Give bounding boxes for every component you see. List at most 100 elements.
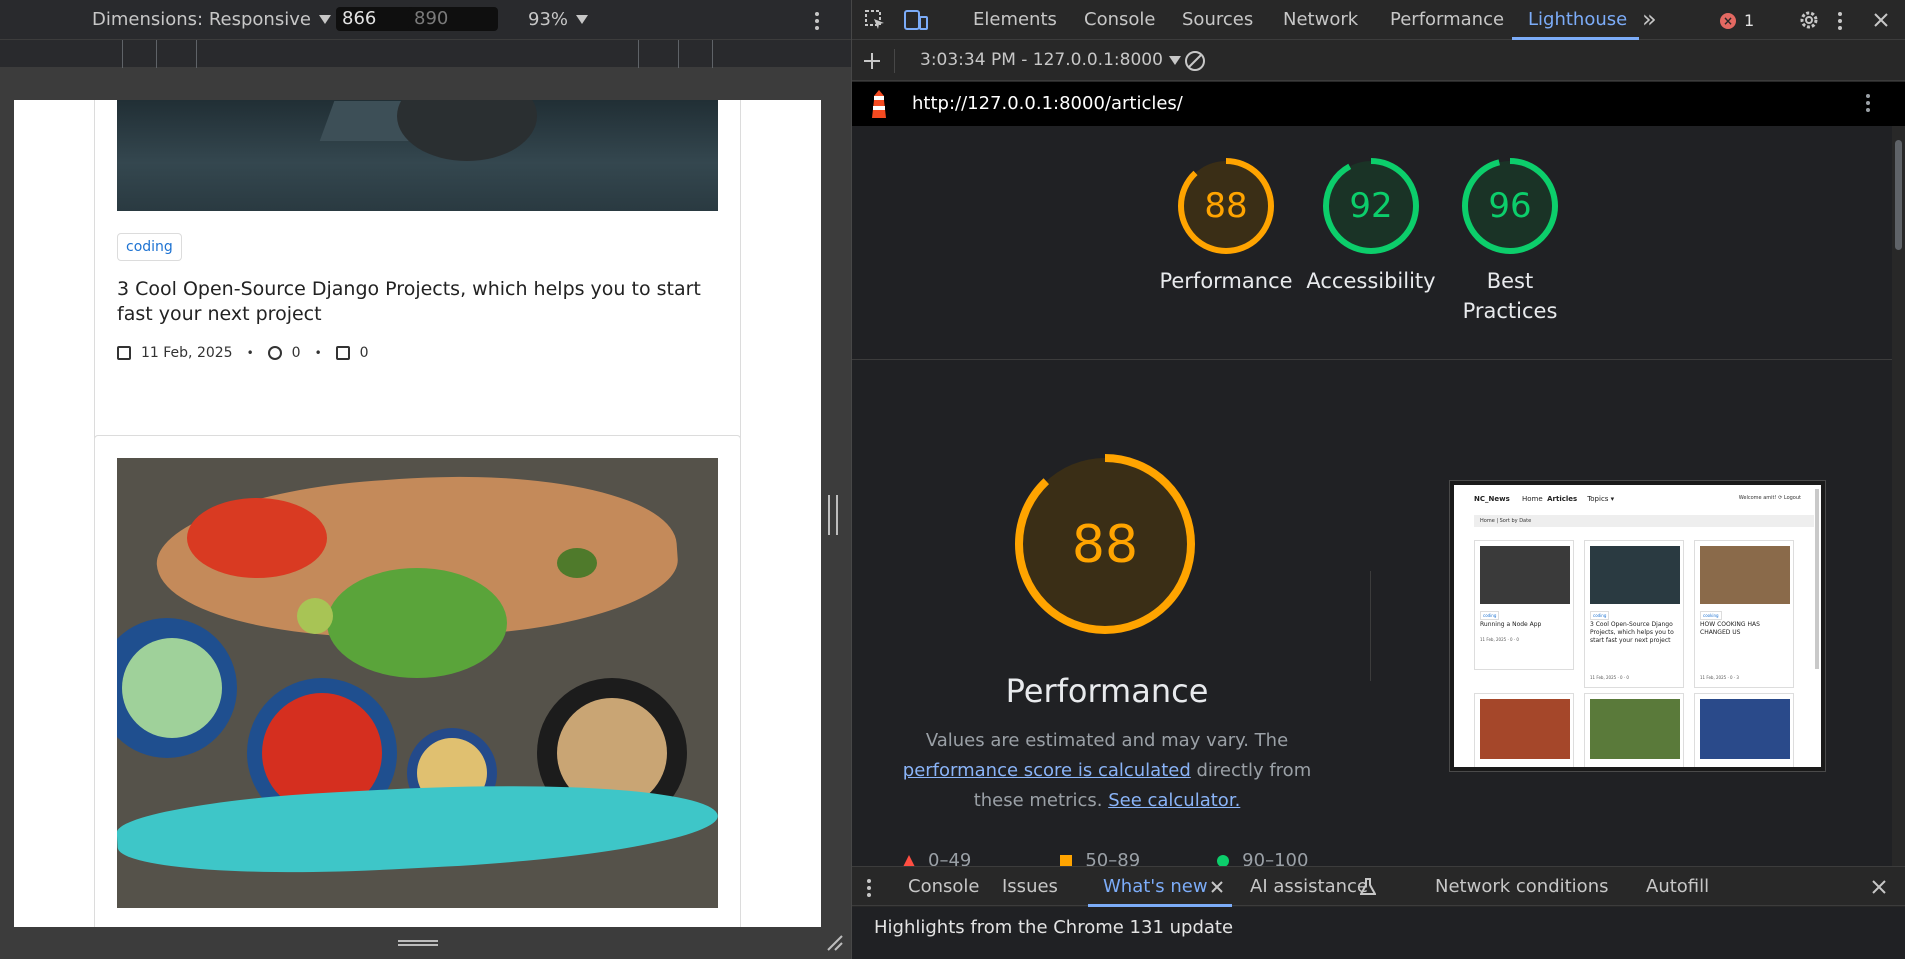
article-image[interactable] xyxy=(117,100,718,211)
thumb-brand: NC_News xyxy=(1474,495,1510,503)
device-toolbar: Dimensions: Responsive 866 × 890 93% xyxy=(0,0,851,40)
article-image[interactable] xyxy=(117,458,718,908)
section-divider xyxy=(852,359,1905,360)
error-counter[interactable]: × 1 xyxy=(1720,11,1754,30)
thumb-card xyxy=(1474,693,1574,767)
article-card[interactable] xyxy=(94,435,741,927)
drawer-tab-ai-assistance[interactable]: AI assistance xyxy=(1250,876,1368,897)
close-devtools-icon[interactable] xyxy=(1872,11,1890,29)
zoom-dropdown[interactable]: 93% xyxy=(528,9,589,30)
gauge-best-practices[interactable]: 96 Best Practices xyxy=(1442,156,1578,326)
report-menu-icon[interactable] xyxy=(1866,94,1870,112)
report-selector[interactable]: 3:03:34 PM - 127.0.0.1:8000 xyxy=(920,50,1181,70)
tab-sources[interactable]: Sources xyxy=(1182,9,1253,30)
report-selector-label: 3:03:34 PM - 127.0.0.1:8000 xyxy=(920,50,1163,70)
thumb-meta: 11 Feb, 2025 · 0 · 0 xyxy=(1590,675,1629,680)
lighthouse-logo-icon xyxy=(872,90,886,118)
resize-handle-bottom[interactable] xyxy=(398,940,438,946)
drawer-tabbar: Console Issues What's new AI assistance … xyxy=(852,866,1905,907)
legend-fail: 0–49 xyxy=(902,850,971,866)
tab-network[interactable]: Network xyxy=(1283,9,1358,30)
final-screenshot[interactable]: NC_News Home Articles Topics ▾ Welcome am… xyxy=(1450,481,1825,771)
close-tab-icon[interactable] xyxy=(1210,880,1224,894)
drawer-content: Highlights from the Chrome 131 update xyxy=(852,907,1905,959)
score-value: 88 xyxy=(1204,186,1247,226)
clear-reports-icon[interactable] xyxy=(1184,50,1206,72)
drawer-tab-issues[interactable]: Issues xyxy=(1002,876,1058,897)
lighthouse-report[interactable]: 88 Performance 92 Accessibility 96 Best xyxy=(852,126,1905,866)
device-emulation-pane: Dimensions: Responsive 866 × 890 93% cod… xyxy=(0,0,851,959)
drawer-tab-autofill[interactable]: Autofill xyxy=(1646,876,1709,897)
chevron-down-icon xyxy=(1168,55,1181,65)
legend-range: 90–100 xyxy=(1242,850,1309,866)
report-url-bar: http://127.0.0.1:8000/articles/ xyxy=(852,82,1905,126)
drawer-tab-network-conditions[interactable]: Network conditions xyxy=(1435,876,1608,897)
tab-elements[interactable]: Elements xyxy=(973,9,1057,30)
new-report-icon[interactable] xyxy=(862,51,882,71)
square-icon xyxy=(1060,854,1073,866)
like-count: 0 xyxy=(359,345,369,361)
thumb-nav-item: Articles xyxy=(1547,495,1578,503)
tab-lighthouse[interactable]: Lighthouse xyxy=(1528,9,1627,30)
devtools-tabbar: Elements Console Sources Network Perform… xyxy=(852,0,1905,40)
device-more-icon[interactable] xyxy=(815,12,819,30)
thumb-nav-item: Home xyxy=(1521,495,1543,503)
resize-corner-icon[interactable] xyxy=(826,934,844,952)
whats-new-heading: Highlights from the Chrome 131 update xyxy=(874,917,1234,938)
article-card[interactable]: coding 3 Cool Open-Source Django Project… xyxy=(94,100,741,490)
thumb-meta: 11 Feb, 2025 · 0 · 0 xyxy=(1480,637,1519,642)
thumb-card xyxy=(1694,693,1794,767)
comment-icon xyxy=(267,346,282,360)
score-legend: 0–49 50–89 90–100 xyxy=(902,850,1308,866)
emulated-viewport[interactable]: coding 3 Cool Open-Source Django Project… xyxy=(14,100,821,927)
gauge-accessibility[interactable]: 92 Accessibility xyxy=(1296,156,1446,296)
drawer-tab-console[interactable]: Console xyxy=(908,876,979,897)
score-value: 92 xyxy=(1349,186,1392,226)
resize-handle-right[interactable] xyxy=(828,495,838,535)
thumb-title: HOW COOKING HAS CHANGED US xyxy=(1700,621,1760,636)
thumb-user: Welcome amit! ⟳ Logout xyxy=(1738,495,1801,501)
thumb-title: 3 Cool Open-Source Django Projects, whic… xyxy=(1590,621,1674,644)
score-label: Performance xyxy=(1159,269,1293,293)
media-query-ruler[interactable] xyxy=(0,40,851,68)
performance-heading: Performance xyxy=(1005,672,1209,710)
thumb-tag: cooking xyxy=(1700,611,1722,620)
circle-icon xyxy=(1217,854,1230,866)
dimensions-dropdown[interactable]: Dimensions: Responsive xyxy=(92,9,331,30)
dimensions-label: Dimensions: Responsive xyxy=(92,9,311,30)
chevron-down-icon xyxy=(576,15,589,24)
legend-average: 50–89 xyxy=(1059,850,1140,866)
performance-description: Values are estimated and may vary. The p… xyxy=(890,726,1324,816)
report-scrollbar[interactable] xyxy=(1892,126,1905,866)
thumb-nav-item: Topics ▾ xyxy=(1587,495,1615,503)
settings-gear-icon[interactable] xyxy=(1798,9,1820,31)
active-tab-indicator xyxy=(1512,37,1639,40)
tab-console[interactable]: Console xyxy=(1084,9,1155,30)
inspect-element-icon[interactable] xyxy=(864,9,886,31)
customize-devtools-icon[interactable] xyxy=(1838,12,1842,30)
performance-gauge-large: 88 xyxy=(1015,454,1195,634)
comment-count: 0 xyxy=(291,345,301,361)
more-tabs-icon[interactable]: » xyxy=(1642,5,1657,33)
article-meta: 11 Feb, 2025 • 0 • 0 xyxy=(117,345,369,361)
chevron-down-icon xyxy=(318,15,331,24)
device-toolbar-icon[interactable] xyxy=(904,9,928,31)
see-calculator-link[interactable]: See calculator. xyxy=(1108,790,1240,811)
thumbs-up-icon[interactable] xyxy=(335,346,350,360)
close-drawer-icon[interactable] xyxy=(1870,878,1888,896)
article-date: 11 Feb, 2025 xyxy=(141,345,233,361)
article-title[interactable]: 3 Cool Open-Source Django Projects, whic… xyxy=(117,277,717,327)
thumb-card: coding Running a Node App 11 Feb, 2025 ·… xyxy=(1474,540,1574,670)
height-input[interactable]: 890 xyxy=(408,7,498,31)
thumb-tag: coding xyxy=(1480,611,1500,620)
report-url[interactable]: http://127.0.0.1:8000/articles/ xyxy=(912,93,1183,114)
legend-range: 50–89 xyxy=(1085,850,1141,866)
gauge-performance[interactable]: 88 Performance xyxy=(1151,156,1301,296)
lighthouse-toolbar: 3:03:34 PM - 127.0.0.1:8000 xyxy=(852,41,1905,81)
tab-performance[interactable]: Performance xyxy=(1390,9,1504,30)
desc-text: Values are estimated and may vary. The xyxy=(925,730,1289,751)
drawer-menu-icon[interactable] xyxy=(867,879,871,897)
drawer-tab-whats-new[interactable]: What's new xyxy=(1103,876,1208,897)
score-calculated-link[interactable]: performance score is calculated xyxy=(903,760,1191,781)
topic-tag[interactable]: coding xyxy=(117,233,182,261)
